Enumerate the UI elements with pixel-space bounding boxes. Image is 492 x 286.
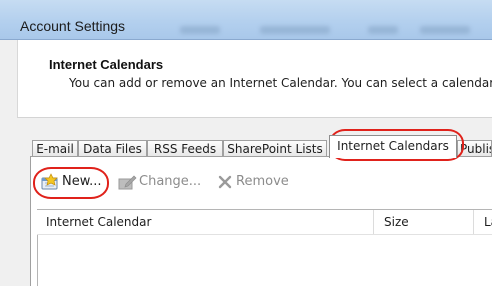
tab-publish[interactable]: Publis <box>457 140 492 157</box>
change-button[interactable]: Change... <box>117 172 202 192</box>
column-label: La <box>484 215 492 229</box>
tab-rss-feeds[interactable]: RSS Feeds <box>147 140 223 157</box>
remove-button-label: Remove <box>236 174 289 189</box>
remove-button[interactable]: Remove <box>216 172 289 192</box>
tab-sharepoint-lists[interactable]: SharePoint Lists <box>223 140 327 157</box>
new-button[interactable]: New... <box>40 172 108 192</box>
tab-email[interactable]: E-mail <box>32 140 78 157</box>
page-description: You can add or remove an Internet Calend… <box>69 76 492 90</box>
window-title: Account Settings <box>20 18 126 34</box>
new-calendar-icon <box>41 173 58 190</box>
change-calendar-icon <box>118 175 137 190</box>
window-titlebar: Account Settings <box>0 0 492 40</box>
tab-label: Internet Calendars <box>337 139 449 153</box>
list-header: Internet Calendar Size La <box>37 210 492 235</box>
column-header-last[interactable]: La <box>473 210 492 234</box>
new-button-label: New... <box>62 174 102 189</box>
change-button-label: Change... <box>139 174 202 189</box>
tab-label: E-mail <box>36 142 74 156</box>
close-icon <box>218 175 232 189</box>
tab-strip: E-mail Data Files RSS Feeds SharePoint L… <box>32 133 492 158</box>
column-header-size[interactable]: Size <box>373 210 463 234</box>
tab-data-files[interactable]: Data Files <box>78 140 147 157</box>
tab-internet-calendars[interactable]: Internet Calendars <box>329 135 457 158</box>
column-label: Internet Calendar <box>46 215 152 229</box>
tab-label: RSS Feeds <box>153 142 217 156</box>
page-title: Internet Calendars <box>49 57 164 72</box>
column-label: Size <box>384 215 409 229</box>
column-header-internet-calendar[interactable]: Internet Calendar <box>46 210 366 234</box>
tab-label: Data Files <box>83 142 142 156</box>
tab-label: Publis <box>460 142 492 156</box>
tab-label: SharePoint Lists <box>227 142 323 156</box>
